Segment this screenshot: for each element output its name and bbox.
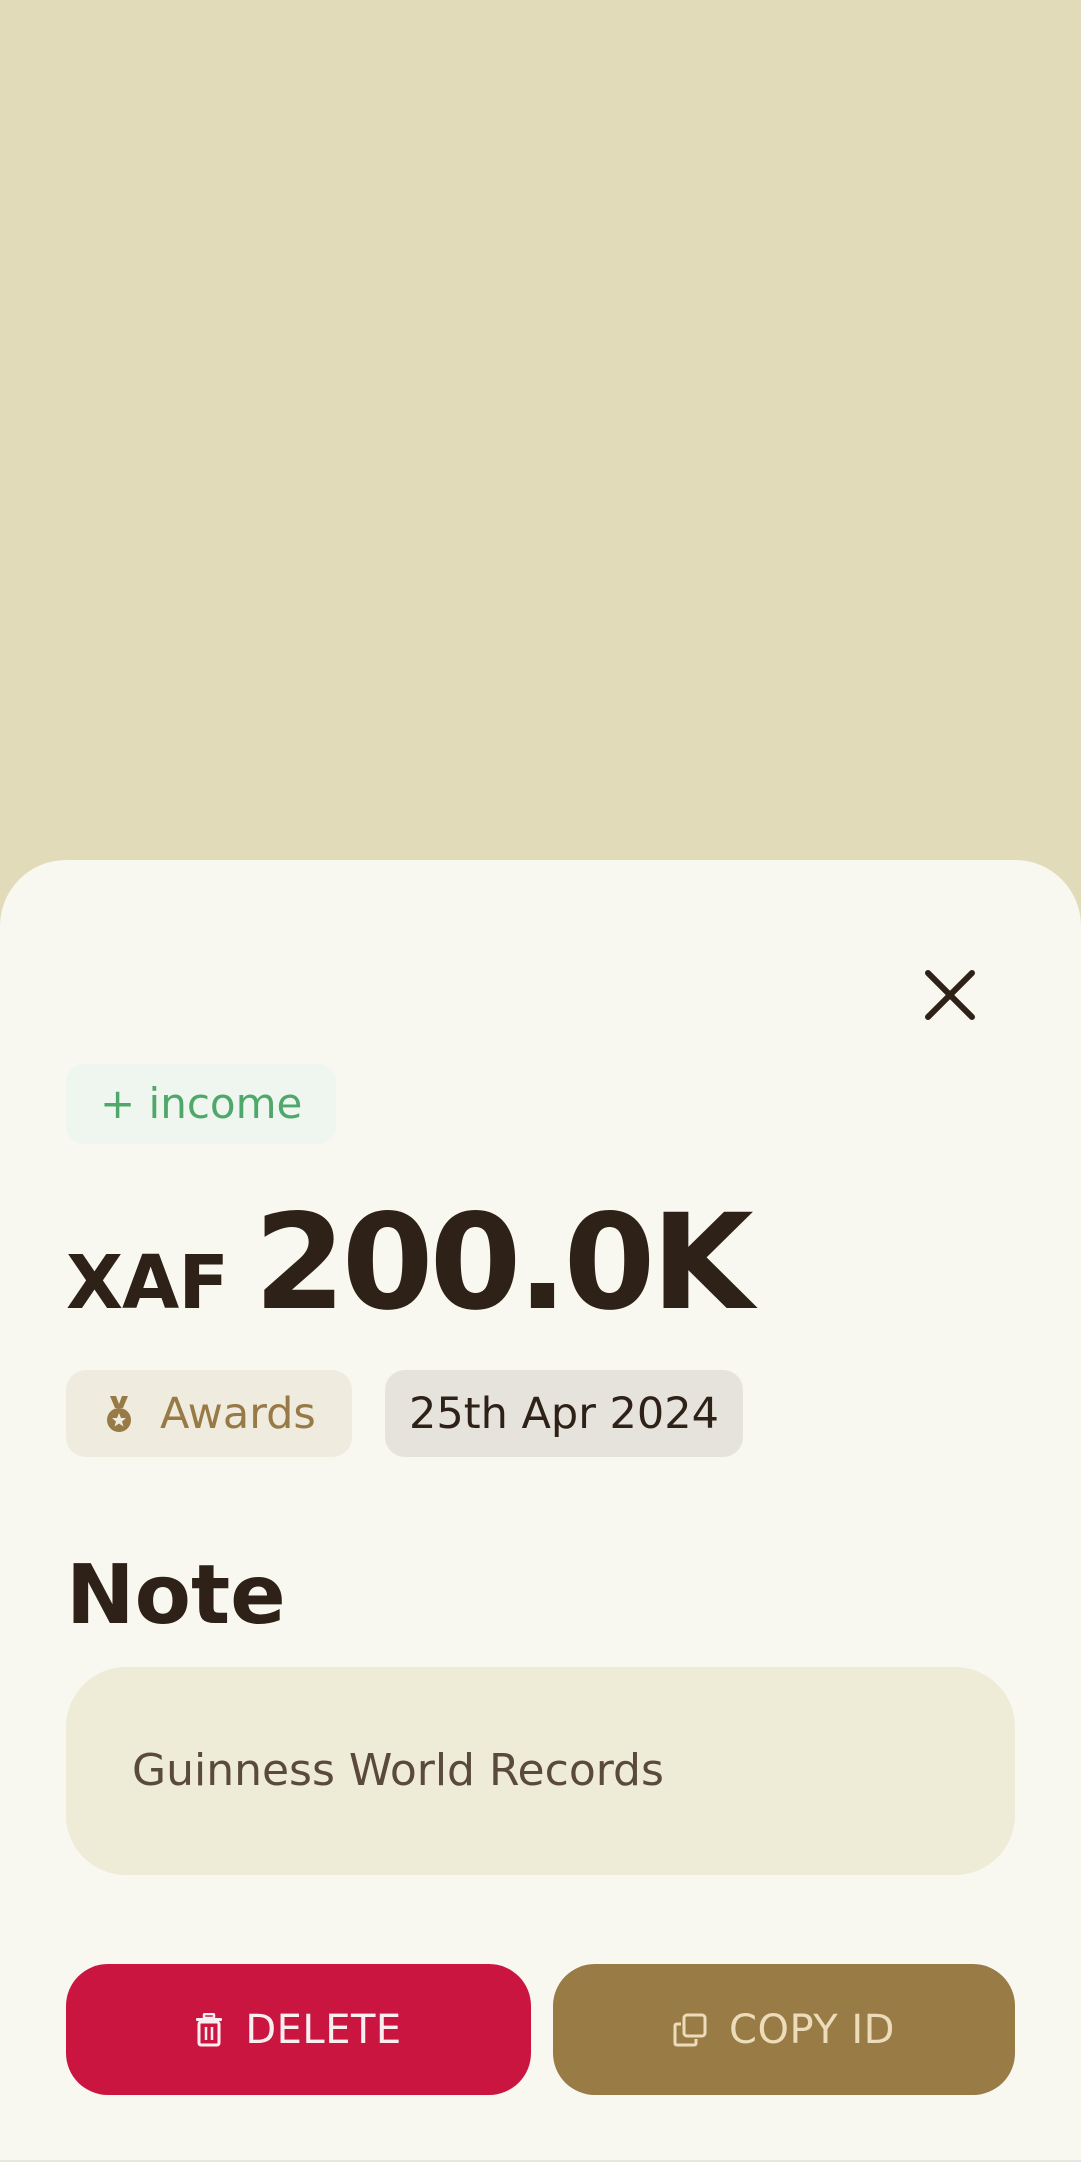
- transaction-type-badge: + income: [66, 1064, 337, 1144]
- date-label: 25th Apr 2024: [409, 1388, 719, 1439]
- copy-id-button[interactable]: COPY ID: [553, 1964, 1015, 2095]
- note-text: Guinness World Records: [132, 1745, 664, 1796]
- currency-code: XAF: [66, 1240, 229, 1326]
- close-button[interactable]: [910, 955, 990, 1035]
- note-title: Note: [66, 1548, 286, 1643]
- close-icon: [925, 970, 975, 1020]
- sheet-backdrop[interactable]: [0, 0, 1081, 860]
- amount-display: XAF 200.0K: [66, 1186, 754, 1340]
- date-chip[interactable]: 25th Apr 2024: [385, 1370, 743, 1457]
- copy-id-label: COPY ID: [729, 2006, 895, 2053]
- category-label: Awards: [160, 1388, 316, 1439]
- delete-button[interactable]: DELETE: [66, 1964, 531, 2095]
- note-box: Guinness World Records: [66, 1667, 1015, 1875]
- category-chip[interactable]: Awards: [66, 1370, 352, 1457]
- medal-icon: [107, 1395, 131, 1432]
- copy-icon: [673, 2013, 707, 2046]
- trash-icon: [196, 2012, 223, 2046]
- delete-label: DELETE: [245, 2006, 402, 2053]
- amount-value: 200.0K: [253, 1186, 754, 1340]
